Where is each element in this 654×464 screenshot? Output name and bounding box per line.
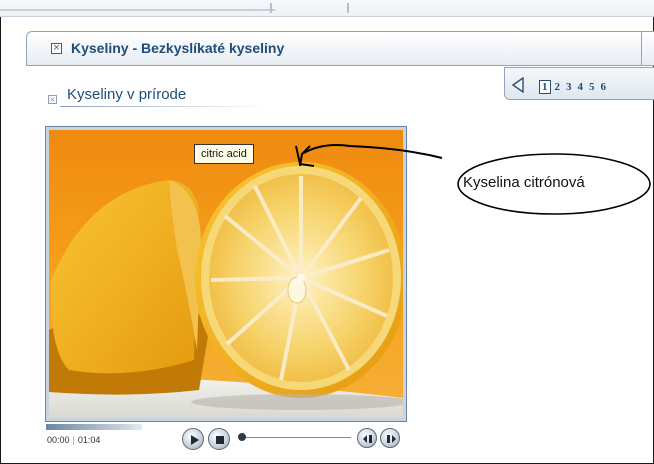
section-underline <box>60 106 270 107</box>
rewind-icon[interactable] <box>357 428 377 448</box>
playback-progress-bar[interactable] <box>46 424 142 430</box>
triangle-left-icon[interactable] <box>511 77 525 93</box>
lesson-header: × Kyseliny - Bezkyslíkaté kyseliny <box>26 31 654 66</box>
image-tooltip: citric acid <box>194 144 254 164</box>
media-controls: 00:00 | 01:04 <box>45 423 407 453</box>
page-links: 123456 <box>539 80 612 94</box>
seek-slider-handle[interactable] <box>238 433 246 441</box>
top-toolbar-strip <box>0 0 654 17</box>
toolbar-divider <box>270 3 272 13</box>
lesson-title: Kyseliny - Bezkyslíkaté kyseliny <box>71 40 285 56</box>
page-link-6[interactable]: 6 <box>601 81 607 93</box>
page-navigator: 123456 <box>504 67 654 100</box>
page-link-1[interactable]: 1 <box>539 80 551 94</box>
page-link-4[interactable]: 4 <box>578 81 584 93</box>
toolbar-divider <box>347 3 349 13</box>
page-link-5[interactable]: 5 <box>589 81 595 93</box>
play-icon[interactable] <box>182 428 204 450</box>
annotation-label: Kyselina citrónová <box>463 174 585 191</box>
close-box-icon[interactable]: × <box>51 43 62 54</box>
timecode: 00:00 | 01:04 <box>47 435 101 445</box>
page-link-3[interactable]: 3 <box>566 81 572 93</box>
page-link-2[interactable]: 2 <box>555 81 561 93</box>
close-box-icon[interactable]: × <box>48 95 57 104</box>
section-title: Kyseliny v prírode <box>67 86 187 103</box>
time-current: 00:00 <box>47 435 70 445</box>
seek-slider-track[interactable] <box>241 437 351 438</box>
header-divider <box>641 32 642 65</box>
forward-icon[interactable] <box>380 428 400 448</box>
stop-icon[interactable] <box>208 428 230 450</box>
toolbar-divider <box>0 9 275 11</box>
time-total: 01:04 <box>77 435 101 445</box>
